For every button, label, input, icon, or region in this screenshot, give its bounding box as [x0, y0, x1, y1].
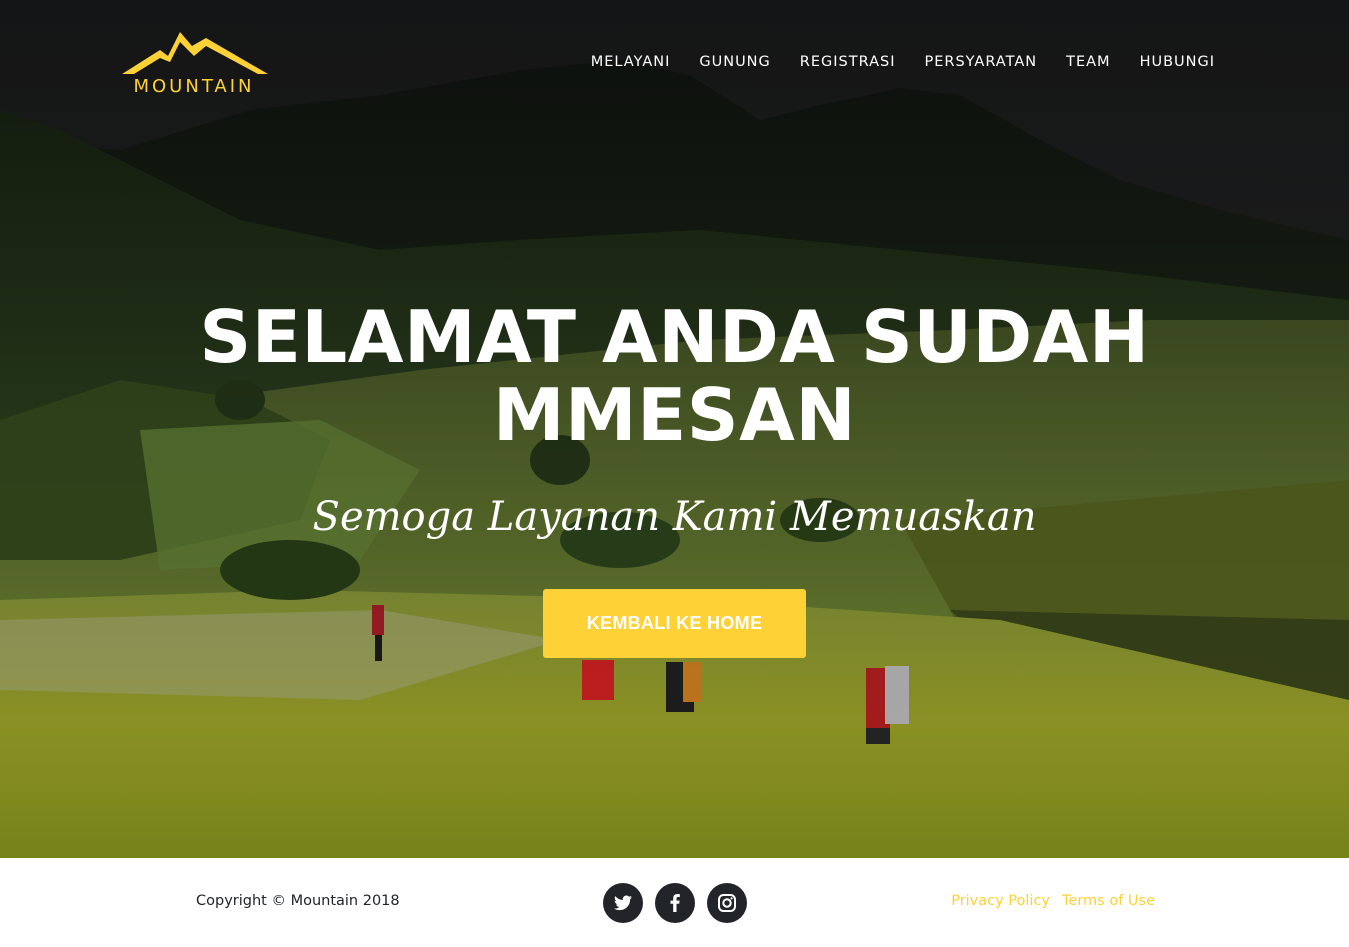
facebook-button[interactable]: [655, 883, 695, 923]
social-links: [603, 883, 747, 923]
nav-item-gunung[interactable]: GUNUNG: [699, 52, 770, 72]
facebook-icon: [670, 894, 680, 912]
instagram-button[interactable]: [707, 883, 747, 923]
nav-item-team[interactable]: TEAM: [1066, 52, 1110, 72]
navbar: MOUNTAIN MELAYANI GUNUNG REGISTRASI PERS…: [0, 0, 1349, 120]
footer: Copyright © Mountain 2018 Privacy Policy…: [0, 858, 1349, 947]
privacy-policy-link[interactable]: Privacy Policy: [951, 893, 1050, 909]
copyright-text: Copyright © Mountain 2018: [196, 893, 400, 909]
hero-section: MOUNTAIN MELAYANI GUNUNG REGISTRASI PERS…: [0, 0, 1349, 858]
main-menu: MELAYANI GUNUNG REGISTRASI PERSYARATAN T…: [591, 52, 1215, 72]
nav-item-persyaratan[interactable]: PERSYARATAN: [924, 52, 1037, 72]
brand-logo[interactable]: MOUNTAIN: [118, 28, 270, 100]
instagram-icon: [718, 894, 736, 912]
back-to-home-button[interactable]: KEMBALI KE HOME: [543, 589, 806, 658]
nav-item-hubungi[interactable]: HUBUNGI: [1140, 52, 1215, 72]
hero-subheading: Semoga Layanan Kami Memuaskan: [312, 494, 1037, 540]
brand-name: MOUNTAIN: [133, 76, 255, 97]
hero-heading: SELAMAT ANDA SUDAH MMESAN: [0, 298, 1349, 454]
terms-of-use-link[interactable]: Terms of Use: [1062, 893, 1155, 909]
legal-links: Privacy Policy Terms of Use: [951, 893, 1155, 909]
twitter-button[interactable]: [603, 883, 643, 923]
hero-heading-line2: MMESAN: [492, 373, 857, 457]
mountain-peaks-icon: [122, 32, 268, 74]
nav-item-melayani[interactable]: MELAYANI: [591, 52, 671, 72]
hero-heading-line1: SELAMAT ANDA SUDAH: [199, 295, 1150, 379]
nav-item-registrasi[interactable]: REGISTRASI: [800, 52, 896, 72]
twitter-icon: [614, 895, 632, 911]
